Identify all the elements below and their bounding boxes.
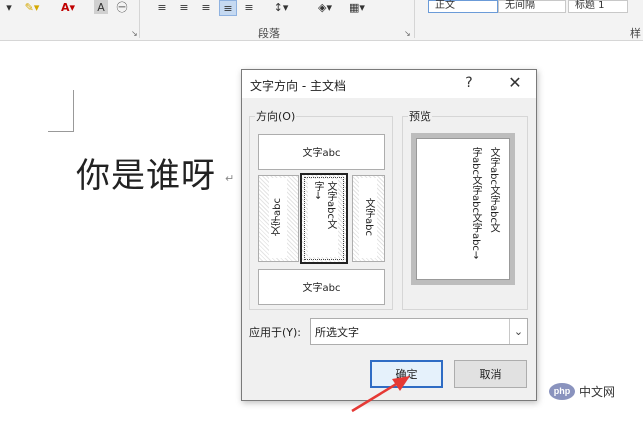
margin-corner-mark bbox=[48, 90, 74, 132]
option-vertical-col1: 文字abc文 bbox=[325, 181, 336, 229]
help-button[interactable]: ? bbox=[460, 75, 478, 91]
line-spacing-icon[interactable]: ↕▾ bbox=[271, 0, 291, 14]
align-right-icon[interactable]: ≡ bbox=[199, 0, 213, 14]
shading-icon[interactable]: ◈▾ bbox=[315, 0, 335, 14]
option-rotate-left[interactable]: 文字abc bbox=[258, 175, 299, 262]
option-horizontal-label: 文字abc bbox=[302, 148, 341, 159]
style-no-spacing[interactable]: 无间隔 bbox=[498, 0, 566, 13]
justify-icon[interactable]: ≡ bbox=[219, 0, 237, 16]
paragraph-group-label: 段落 bbox=[258, 27, 280, 40]
align-center-icon[interactable]: ≡ bbox=[177, 0, 191, 14]
align-left-icon[interactable]: ≡ bbox=[155, 0, 169, 14]
ok-button[interactable]: 确定 bbox=[370, 360, 443, 388]
close-button[interactable]: ✕ bbox=[504, 73, 526, 92]
ribbon-divider bbox=[414, 0, 415, 38]
char-shading-icon[interactable]: A bbox=[94, 0, 108, 14]
font-launcher-icon[interactable]: ↘ bbox=[131, 30, 139, 38]
styles-group-label: 样 bbox=[630, 27, 641, 40]
style-normal[interactable]: 正文 bbox=[428, 0, 498, 13]
option-rotate-right[interactable]: 文字abc bbox=[352, 175, 385, 262]
direction-group-label: 方向(O) bbox=[255, 108, 297, 124]
option-horizontal[interactable]: 文字abc bbox=[258, 134, 385, 170]
distributed-icon[interactable]: ≡ bbox=[242, 0, 256, 14]
dialog-titlebar[interactable]: 文字方向 - 主文档 ? ✕ bbox=[242, 70, 536, 98]
site-watermark: php 中文网 bbox=[549, 377, 615, 405]
option-vertical-col2: 字→ bbox=[312, 181, 323, 200]
text-direction-dialog: 文字方向 - 主文档 ? ✕ 方向(O) 文字abc 文字abc 文字abc文 … bbox=[241, 69, 537, 401]
apply-to-select[interactable]: 所选文字 ⌄ bbox=[310, 318, 528, 345]
enclose-char-icon[interactable]: ㊀ bbox=[115, 0, 129, 14]
option-horizontal-flipped[interactable]: 文字abc bbox=[258, 269, 385, 305]
ribbon-divider bbox=[139, 0, 140, 38]
php-logo: php bbox=[549, 382, 575, 400]
dialog-title: 文字方向 - 主文档 bbox=[250, 79, 346, 93]
chevron-down-icon[interactable]: ⌄ bbox=[509, 319, 527, 344]
option-horizontal-flipped-label: 文字abc bbox=[302, 283, 341, 294]
cancel-button[interactable]: 取消 bbox=[454, 360, 527, 388]
apply-to-value: 所选文字 bbox=[315, 326, 359, 339]
option-vertical-stacked[interactable]: 文字abc文 字→ bbox=[300, 173, 348, 264]
option-rotate-right-label: 文字abc bbox=[363, 198, 374, 236]
apply-to-label: 应用于(Y): bbox=[249, 326, 302, 339]
paragraph-mark: ↵ bbox=[225, 172, 235, 185]
font-color-icon[interactable]: A▾ bbox=[58, 0, 78, 14]
document-text[interactable]: 你是谁呀 bbox=[76, 148, 216, 197]
option-rotate-left-label: 文字abc bbox=[272, 198, 283, 236]
preview-group-label: 预览 bbox=[408, 108, 432, 124]
preview-line-2: 字abc文字abc文字abc→ bbox=[470, 147, 481, 260]
preview-page: 文字abc文字abc文 字abc文字abc文字abc→ bbox=[416, 138, 510, 280]
font-color-dropdown-icon[interactable]: ▾ bbox=[0, 0, 18, 14]
style-heading-1[interactable]: 标题 1 bbox=[568, 0, 628, 13]
highlight-icon[interactable]: ✎▾ bbox=[22, 0, 42, 14]
borders-icon[interactable]: ▦▾ bbox=[347, 0, 367, 14]
watermark-text: 中文网 bbox=[579, 384, 616, 399]
paragraph-launcher-icon[interactable]: ↘ bbox=[404, 30, 412, 38]
ribbon: ▾ ✎▾ A▾ A ㊀ ≡ ≡ ≡ ≡ ≡ ↕▾ ◈▾ ▦▾ 段落 ↘ ↘ 正文… bbox=[0, 0, 643, 41]
preview-line-1: 文字abc文字abc文 bbox=[488, 147, 499, 233]
